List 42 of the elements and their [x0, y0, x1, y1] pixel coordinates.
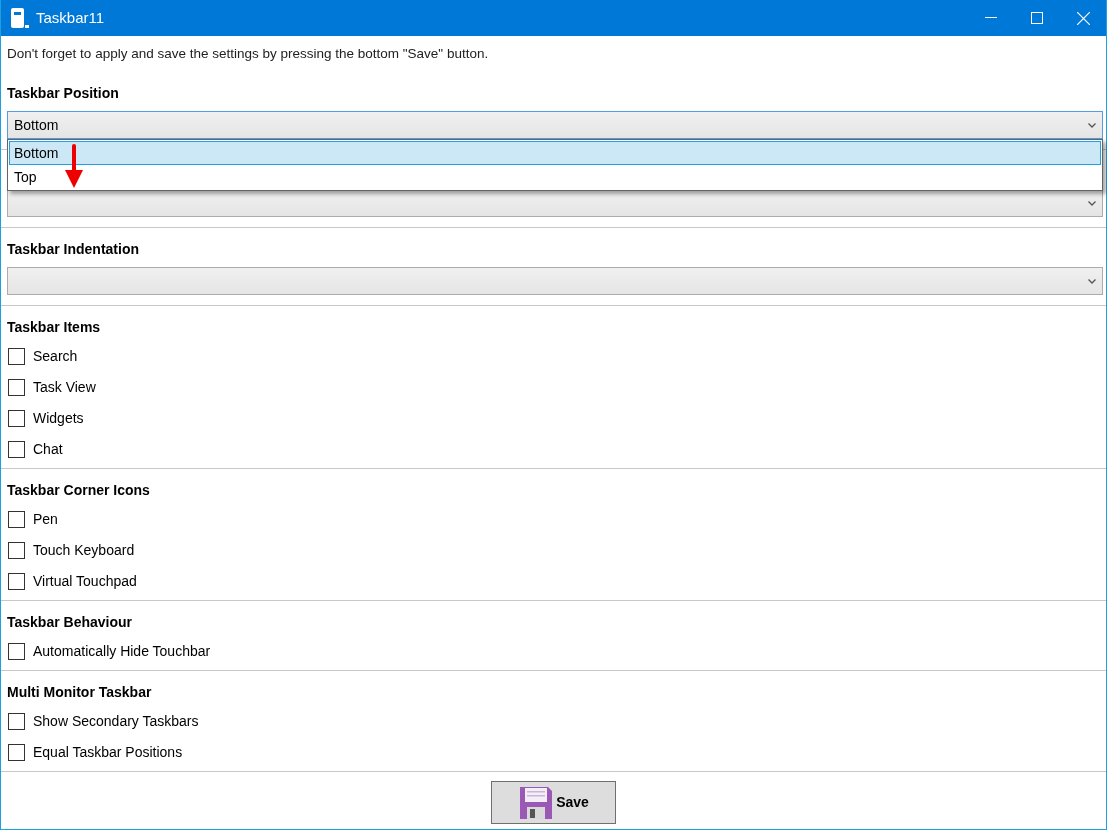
section-heading: Taskbar Position [6, 84, 120, 103]
checkbox[interactable] [8, 744, 25, 761]
checkbox[interactable] [8, 643, 25, 660]
checkbox[interactable] [8, 379, 25, 396]
save-button[interactable]: Save [491, 781, 616, 824]
dropdown[interactable]: Bottom [7, 111, 1103, 139]
chevron-down-icon [1088, 278, 1096, 284]
dropdown-value: Bottom [14, 116, 59, 133]
annotation-arrow [63, 144, 85, 190]
notice-text: Don't forget to apply and save the settings by pressing the bottom "Save" button. [6, 45, 490, 63]
checkbox-label[interactable]: Search [33, 346, 78, 367]
checkbox[interactable] [8, 348, 25, 365]
dropdown-option[interactable]: Bottom [9, 141, 1101, 165]
checkbox-label[interactable]: Task View [33, 377, 96, 398]
checkbox-label[interactable]: Chat [33, 439, 63, 460]
section-heading: Taskbar Behaviour [6, 613, 133, 632]
app-icon [10, 7, 30, 29]
checkbox[interactable] [8, 410, 25, 427]
checkbox-label[interactable]: Pen [33, 509, 58, 530]
section-heading: Multi Monitor Taskbar [6, 683, 153, 702]
checkbox-label[interactable]: Equal Taskbar Positions [33, 742, 183, 763]
checkbox[interactable] [8, 511, 25, 528]
checkbox-label[interactable]: Widgets [33, 408, 84, 429]
section-heading: Taskbar Items [6, 318, 102, 337]
checkbox[interactable] [8, 542, 25, 559]
chevron-down-icon [1088, 122, 1096, 128]
section-heading: Taskbar Indentation [6, 240, 140, 259]
chevron-down-icon [1088, 200, 1096, 206]
dropdown[interactable] [7, 189, 1103, 217]
window-title: Taskbar11 [36, 7, 105, 28]
minimize-icon [985, 17, 997, 19]
close-icon [1076, 11, 1090, 25]
checkbox-label[interactable]: Touch Keyboard [33, 540, 135, 561]
checkbox[interactable] [8, 713, 25, 730]
section-heading: Taskbar Corner Icons [6, 481, 151, 500]
maximize-icon [1031, 12, 1043, 24]
dropdown-option[interactable]: Top [9, 165, 1101, 189]
checkbox-label[interactable]: Show Secondary Taskbars [33, 711, 199, 732]
checkbox-label[interactable]: Automatically Hide Touchbar [33, 641, 211, 662]
checkbox-label[interactable]: Virtual Touchpad [33, 571, 137, 592]
checkbox[interactable] [8, 441, 25, 458]
checkbox[interactable] [8, 573, 25, 590]
